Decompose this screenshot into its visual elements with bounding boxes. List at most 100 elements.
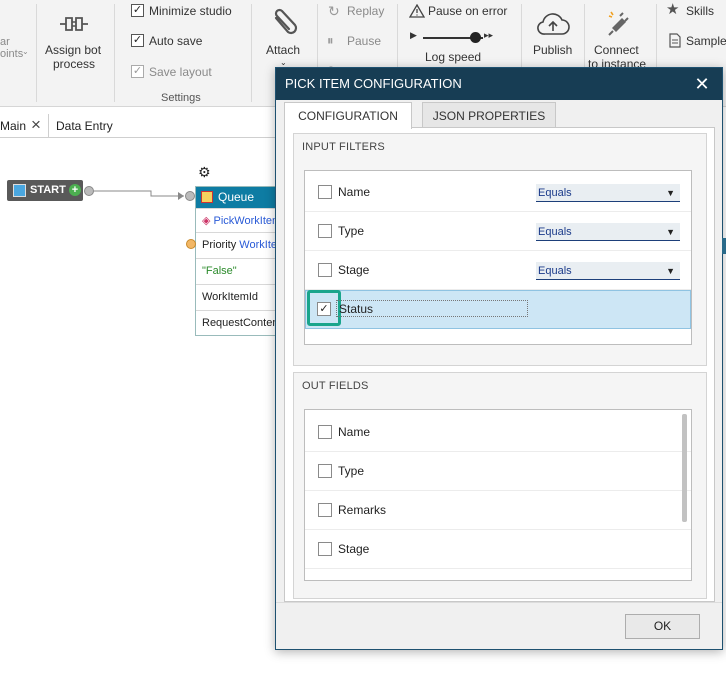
out-field-row-stage[interactable]: Stage bbox=[305, 530, 691, 569]
skills-button[interactable]: Skills bbox=[686, 4, 714, 18]
filter-name-checkbox[interactable] bbox=[318, 185, 332, 199]
partial-canvas-element bbox=[722, 238, 726, 254]
scrollbar[interactable] bbox=[682, 414, 687, 522]
out-field-stage-label: Stage bbox=[338, 542, 370, 556]
out-field-remarks-checkbox[interactable] bbox=[318, 503, 332, 517]
close-icon[interactable]: ✕ bbox=[692, 74, 712, 94]
filter-stage-operator-dropdown[interactable]: Equals ▼ bbox=[536, 262, 680, 280]
cloud-upload-icon bbox=[537, 13, 570, 35]
out-field-name-label: Name bbox=[338, 425, 371, 439]
log-speed-label: Log speed bbox=[425, 50, 482, 64]
filter-row-status[interactable]: ✓ Status bbox=[305, 290, 691, 329]
publish-button[interactable]: Publish bbox=[528, 6, 580, 76]
minimize-studio-checkbox[interactable]: ✓ bbox=[131, 4, 144, 17]
filter-type-checkbox[interactable] bbox=[318, 224, 332, 238]
out-field-row-remarks[interactable]: Remarks bbox=[305, 491, 691, 530]
out-fields-group: OUT FIELDS Name Type Remarks Stage bbox=[293, 372, 707, 599]
filter-status-checkbox[interactable]: ✓ bbox=[317, 302, 331, 316]
out-fields-title: OUT FIELDS bbox=[302, 380, 369, 392]
out-field-remarks-label: Remarks bbox=[338, 503, 387, 517]
attach-label: Attach bbox=[266, 43, 301, 57]
ribbon-partial-label: ar bbox=[0, 36, 10, 48]
minimize-studio-label: Minimize studio bbox=[149, 4, 232, 18]
input-filters-title: INPUT FILTERS bbox=[302, 141, 385, 153]
tab-data-entry[interactable]: Data Entry bbox=[56, 119, 113, 133]
connect-to-instance-button[interactable]: Connect to instance bbox=[588, 6, 650, 76]
replay-button[interactable]: Replay bbox=[347, 4, 384, 18]
paperclip-icon bbox=[274, 8, 298, 35]
input-filters-group: INPUT FILTERS Name Equals ▼ Type Equals ▼ … bbox=[293, 133, 707, 366]
pick-item-configuration-dialog: PICK ITEM CONFIGURATION ✕ CONFIGURATION … bbox=[275, 67, 723, 650]
document-tabs: Main × Data Entry bbox=[0, 114, 280, 138]
out-field-row-type[interactable]: Type bbox=[305, 452, 691, 491]
footer-divider bbox=[276, 602, 722, 603]
pause-button[interactable]: Pause bbox=[347, 34, 381, 48]
tab-json-properties[interactable]: JSON PROPERTIES bbox=[422, 102, 556, 128]
assign-bot-label-2: process bbox=[53, 57, 96, 71]
slider-thumb[interactable] bbox=[470, 32, 481, 43]
filter-stage-label: Stage bbox=[338, 263, 370, 277]
tab-configuration[interactable]: CONFIGURATION bbox=[284, 102, 412, 129]
star-icon: ★ bbox=[666, 1, 680, 18]
out-field-stage-checkbox[interactable] bbox=[318, 542, 332, 556]
connector-port[interactable] bbox=[84, 186, 94, 196]
gear-icon[interactable]: ⚙ bbox=[198, 164, 211, 181]
out-field-type-checkbox[interactable] bbox=[318, 464, 332, 478]
tab-main[interactable]: Main bbox=[0, 119, 26, 133]
input-filters-list: Name Equals ▼ Type Equals ▼ Stage Equals ▼ … bbox=[304, 170, 692, 345]
attach-button[interactable]: Attach ⌄ bbox=[258, 6, 312, 76]
out-field-row-name[interactable]: Name bbox=[305, 413, 691, 452]
assign-bot-label-1: Assign bot bbox=[45, 43, 102, 57]
ribbon-partial-label: oints bbox=[0, 48, 24, 60]
queue-icon bbox=[201, 191, 213, 203]
connector-port[interactable] bbox=[186, 239, 196, 249]
dialog-title-bar: PICK ITEM CONFIGURATION ✕ bbox=[276, 68, 722, 100]
queue-row-requestcontent[interactable]: RequestContent bbox=[196, 310, 282, 334]
queue-node-header: Queue bbox=[196, 187, 282, 208]
out-field-name-checkbox[interactable] bbox=[318, 425, 332, 439]
add-node-icon[interactable]: + bbox=[69, 184, 81, 196]
filter-type-label: Type bbox=[338, 224, 365, 238]
fast-forward-icon: ▸▸ bbox=[484, 30, 494, 40]
close-tab-icon[interactable]: × bbox=[31, 115, 41, 135]
filter-name-label: Name bbox=[338, 185, 371, 199]
dropdown-arrow-icon: ▼ bbox=[666, 227, 675, 237]
queue-row-pick[interactable]: ◈ PickWorkIten bbox=[196, 208, 282, 232]
configuration-panel: INPUT FILTERS Name Equals ▼ Type Equals ▼ … bbox=[284, 127, 715, 602]
start-node[interactable]: START + bbox=[7, 180, 83, 201]
document-icon bbox=[669, 33, 681, 48]
queue-row-false[interactable]: "False" bbox=[196, 258, 282, 282]
dialog-title: PICK ITEM CONFIGURATION bbox=[285, 76, 462, 91]
replay-icon: ↻ bbox=[328, 3, 340, 19]
publish-label: Publish bbox=[533, 43, 573, 57]
warning-icon bbox=[409, 4, 425, 18]
chevron-down-icon: ⌄ bbox=[280, 58, 287, 67]
save-layout-checkbox[interactable]: ✓ bbox=[131, 65, 144, 78]
samples-button[interactable]: Sample bbox=[686, 34, 726, 48]
save-layout-label: Save layout bbox=[149, 65, 212, 79]
pause-on-error-toggle[interactable]: Pause on error bbox=[428, 4, 507, 18]
queue-activity-node[interactable]: Queue ◈ PickWorkIten Priority WorkIte "F… bbox=[195, 186, 282, 336]
auto-save-checkbox[interactable]: ✓ bbox=[131, 34, 144, 47]
queue-title: Queue bbox=[218, 190, 255, 204]
assign-bot-process-button[interactable]: Assign bot process bbox=[42, 8, 108, 74]
filter-row-stage[interactable]: Stage Equals ▼ bbox=[305, 251, 691, 290]
filter-type-operator-dropdown[interactable]: Equals ▼ bbox=[536, 223, 680, 241]
play-icon: ▶ bbox=[410, 30, 417, 40]
filter-row-type[interactable]: Type Equals ▼ bbox=[305, 212, 691, 251]
dropdown-arrow-icon: ▼ bbox=[666, 266, 675, 276]
filter-name-operator-dropdown[interactable]: Equals ▼ bbox=[536, 184, 680, 202]
ok-button[interactable]: OK bbox=[625, 614, 700, 639]
filter-stage-checkbox[interactable] bbox=[318, 263, 332, 277]
connector-port[interactable] bbox=[185, 191, 195, 201]
dropdown-arrow-icon: ▼ bbox=[666, 188, 675, 198]
out-field-type-label: Type bbox=[338, 464, 365, 478]
flow-connector-line bbox=[94, 190, 184, 200]
filter-row-name[interactable]: Name Equals ▼ bbox=[305, 173, 691, 212]
start-flag-icon bbox=[13, 184, 26, 197]
auto-save-label: Auto save bbox=[149, 34, 203, 48]
queue-row-priority[interactable]: Priority WorkIte bbox=[196, 232, 282, 256]
queue-row-workitemid[interactable]: WorkItemId bbox=[196, 284, 282, 308]
log-speed-slider[interactable]: ▶ ▸▸ bbox=[410, 30, 496, 46]
chevron-down-icon[interactable]: ⌄ bbox=[22, 47, 29, 56]
